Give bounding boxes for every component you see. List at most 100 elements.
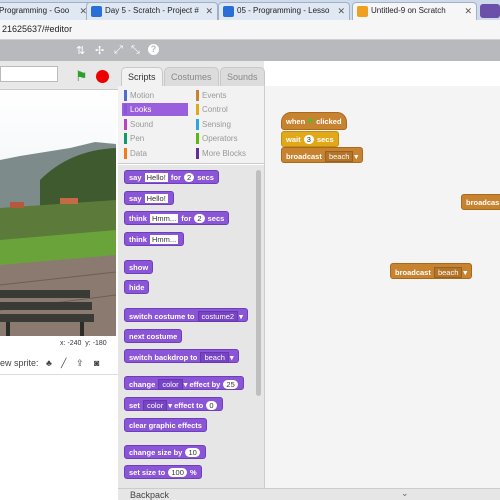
label: Data <box>130 149 147 158</box>
label: broadcast <box>286 152 322 161</box>
new-sprite-bar: ew sprite: ♣ ╱ ⇪ ◙ <box>0 354 118 374</box>
category-pen[interactable]: Pen <box>122 132 188 145</box>
url-text: 21625637/#editor <box>2 24 73 34</box>
block-wait-secs[interactable]: wait 3 secs <box>281 131 339 147</box>
label: beach <box>200 352 229 363</box>
sprite-list <box>0 374 118 500</box>
label: beach <box>433 267 463 278</box>
label: for <box>181 214 192 223</box>
stop-button[interactable] <box>96 70 109 83</box>
label: think <box>129 235 147 244</box>
label: Scripts <box>128 72 156 82</box>
block-think-for-secs[interactable]: think Hmm... for 2 secs <box>124 211 230 225</box>
tab-costumes[interactable]: Costumes <box>164 67 219 86</box>
block-set-effect[interactable]: set color ▾ effect to 0 <box>124 397 223 411</box>
palette-scrollbar[interactable] <box>256 170 261 396</box>
category-motion[interactable]: Motion <box>122 89 188 102</box>
label: Motion <box>130 91 155 100</box>
label: Events <box>202 91 227 100</box>
block-say[interactable]: say Hello! <box>124 191 174 205</box>
label: for <box>170 173 181 182</box>
block-categories: Motion Events Looks Control Sound Sensin… <box>118 86 264 164</box>
label: Backpack <box>130 490 170 500</box>
label: broadcast <box>395 268 431 277</box>
category-operators[interactable]: Operators <box>194 132 260 145</box>
camera-icon[interactable]: ◙ <box>94 358 99 368</box>
project-title-field[interactable] <box>0 66 58 82</box>
label: change size by <box>129 448 183 457</box>
block-say-for-secs[interactable]: say Hello! for 2 secs <box>124 170 219 184</box>
close-icon[interactable]: ✕ <box>464 6 472 17</box>
new-tab-button[interactable] <box>480 4 500 18</box>
label: 3 <box>303 135 314 144</box>
block-hide[interactable]: hide <box>124 280 150 294</box>
block-think[interactable]: think Hmm... <box>124 232 185 246</box>
category-looks[interactable]: Looks <box>122 103 188 116</box>
block-change-size[interactable]: change size by 10 <box>124 445 206 459</box>
label: set size to <box>129 468 166 477</box>
browser-tab-2[interactable]: Day 5 - Scratch - Project # ✕ <box>86 2 218 20</box>
label: 25 <box>223 380 238 389</box>
label: clicked <box>316 117 342 126</box>
chevron-down-icon[interactable]: ⌄ <box>401 488 409 499</box>
shrink-icon[interactable]: ⤡ <box>131 44 140 57</box>
label: Looks <box>130 105 152 114</box>
block-broadcast-beach[interactable]: broadcast beach ▾ <box>281 147 364 163</box>
block-broadcast-beach-loose[interactable]: broadcast beach ▾ <box>390 263 473 279</box>
label: beach <box>324 151 354 162</box>
label: Hello! <box>144 194 168 203</box>
duplicate-icon[interactable]: ⇅ <box>76 44 85 57</box>
block-broadcast-partial[interactable]: broadcas <box>461 194 500 210</box>
label: Day 5 - Scratch - Project # <box>105 6 199 15</box>
backpack-bar[interactable]: Backpack <box>118 488 500 500</box>
block-switch-backdrop[interactable]: switch backdrop to beach ▾ <box>124 349 239 363</box>
grow-icon[interactable]: ⤢ <box>114 44 123 57</box>
address-bar[interactable]: 21625637/#editor <box>0 20 500 40</box>
label: show <box>129 263 149 272</box>
block-when-flag-clicked[interactable]: when ⚑ clicked <box>281 112 347 130</box>
category-more-blocks[interactable]: More Blocks <box>194 147 260 160</box>
label: costume2 <box>197 311 239 322</box>
stage[interactable] <box>0 90 116 336</box>
browser-tab-1[interactable]: Programming - Goo ✕ <box>0 2 92 20</box>
paint-brush-icon[interactable]: ╱ <box>61 358 66 369</box>
category-events[interactable]: Events <box>194 89 260 102</box>
browser-tab-4[interactable]: Untitled-9 on Scratch ✕ <box>352 2 477 20</box>
label: say <box>129 173 142 182</box>
category-control[interactable]: Control <box>194 103 260 116</box>
close-icon[interactable]: ✕ <box>205 6 213 17</box>
label: Pen <box>130 134 145 143</box>
label: 10 <box>185 448 200 457</box>
label: secs <box>316 135 334 144</box>
label: Hmm... <box>150 235 179 244</box>
label: ew sprite: <box>0 358 39 368</box>
browser-tab-3[interactable]: 05 - Programming - Lesso ✕ <box>218 2 350 20</box>
label: effect to <box>174 401 204 410</box>
sprite-library-icon[interactable]: ♣ <box>46 358 52 368</box>
script-area[interactable]: when ⚑ clicked wait 3 secs broadcast bea… <box>264 86 500 488</box>
category-sound[interactable]: Sound <box>122 118 188 131</box>
green-flag-icon[interactable]: ⚑ <box>75 68 88 85</box>
scratch-favicon-icon <box>91 6 102 17</box>
category-sensing[interactable]: Sensing <box>194 118 260 131</box>
block-switch-costume[interactable]: switch costume to costume2 ▾ <box>124 308 248 322</box>
label: secs <box>207 214 225 223</box>
scratch-cat-favicon-icon <box>357 6 368 17</box>
block-next-costume[interactable]: next costume <box>124 329 183 343</box>
help-icon[interactable]: ? <box>148 44 159 55</box>
block-change-effect[interactable]: change color ▾ effect by 25 <box>124 376 244 390</box>
tab-sounds[interactable]: Sounds <box>220 67 265 86</box>
tab-scripts[interactable]: Scripts <box>121 67 163 86</box>
category-data[interactable]: Data <box>122 147 188 160</box>
upload-sprite-icon[interactable]: ⇪ <box>76 358 84 369</box>
label: effect by <box>189 380 221 389</box>
block-show[interactable]: show <box>124 260 154 274</box>
close-icon[interactable]: ✕ <box>337 6 345 17</box>
label: broadcas <box>466 198 500 207</box>
block-clear-graphic-effects[interactable]: clear graphic effects <box>124 418 207 432</box>
label: color <box>142 400 168 411</box>
block-set-size[interactable]: set size to 100 % <box>124 465 202 479</box>
delete-icon[interactable]: ✢ <box>95 44 104 57</box>
docs-favicon-icon <box>223 6 234 17</box>
green-flag-icon: ⚑ <box>307 117 314 126</box>
